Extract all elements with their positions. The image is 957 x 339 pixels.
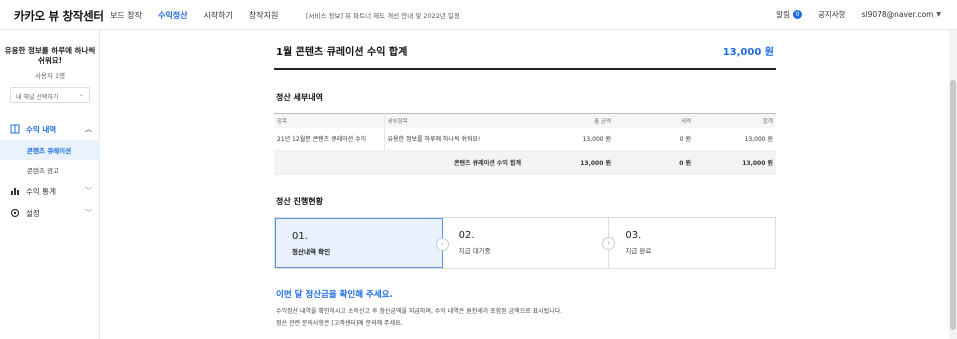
chevron-down-icon: ﹀ xyxy=(85,187,92,195)
cell-tax: 0 원 xyxy=(614,127,694,151)
chevron-down-icon: ▼ xyxy=(936,11,941,18)
cell-item: 21년 12월분 콘텐츠 큐레이션 수익 xyxy=(274,127,385,151)
col-item: 항목 xyxy=(274,113,385,128)
progress-title: 정산 진행현황 xyxy=(276,197,323,206)
step-label: 지급 대기중 xyxy=(458,247,491,255)
top-right-menu: 알림 0 공지사항 sl9078@naver.com ▼ xyxy=(776,9,957,20)
gnb-revenue[interactable]: 수익정산 xyxy=(158,10,187,21)
account-email: sl9078@naver.com xyxy=(861,10,934,19)
chevron-up-icon: ︿ xyxy=(85,125,92,133)
sidebar-nav: 수익 내역 ︿ 콘텐츠 큐레이션 콘텐츠 광고 수익 통계 ﹀ 설정 ﹀ xyxy=(0,118,100,224)
table-row: 21년 12월분 콘텐츠 큐레이션 수익 유용한 정보를 하루에 하나씩 쉬워요… xyxy=(274,127,776,151)
total-tax: 0 원 xyxy=(614,150,694,175)
channel-name: 유용한 정보를 하루에 하나씩 쉬워요! xyxy=(4,46,96,65)
progress-steps: 01. 정산내역 확인 › 02. 지급 대기중 › 03. 지급 완료 xyxy=(274,217,776,269)
message-line-2: 정산 관련 문의사항은 [고객센터]에 문의해 주세요. xyxy=(276,320,403,327)
gnb-start[interactable]: 시작하기 xyxy=(203,10,232,21)
sidebar-item-revenue[interactable]: 수익 내역 ︿ xyxy=(0,118,100,140)
step-label: 정산내역 확인 xyxy=(292,248,331,256)
col-gross: 총 금액 xyxy=(524,113,614,128)
main-content: 1월 콘텐츠 큐레이션 수익 합계 13,000 원 정산 세부내역 항목 세부… xyxy=(100,30,949,339)
step-label: 지급 완료 xyxy=(625,247,652,255)
logo[interactable]: 카카오 뷰 창작센터 xyxy=(14,8,104,24)
chevron-down-icon: ﹀ xyxy=(85,209,92,217)
cell-gross: 13,000 원 xyxy=(524,127,614,151)
total-gross: 13,000 원 xyxy=(524,150,614,175)
top-navigation-bar: 카카오 뷰 창작센터 보드 창작 수익정산 시작하기 창작지원 [서비스 정보]… xyxy=(0,0,957,30)
chevron-right-icon: › xyxy=(435,238,449,251)
total-sum: 13,000 원 xyxy=(694,150,776,175)
col-tax: 세액 xyxy=(614,113,694,128)
notice-link[interactable]: 공지사항 xyxy=(818,9,846,20)
detail-title: 정산 세부내역 xyxy=(276,93,323,102)
gnb-board[interactable]: 보드 창작 xyxy=(110,10,142,21)
step-complete: 03. 지급 완료 xyxy=(609,218,775,268)
summary-title: 1월 콘텐츠 큐레이션 수익 합계 xyxy=(276,47,408,58)
sidebar-subitem-ad[interactable]: 콘텐츠 광고 xyxy=(0,160,100,180)
summary-row: 1월 콘텐츠 큐레이션 수익 합계 13,000 원 xyxy=(274,30,776,70)
step-number: 01. xyxy=(292,231,308,242)
sidebar-item-label: 수익 통계 xyxy=(26,186,56,196)
sidebar-item-settings[interactable]: 설정 ﹀ xyxy=(0,202,100,224)
gnb-support[interactable]: 창작지원 xyxy=(249,10,278,21)
message-title: 이번 달 정산금을 확인해 주세요. xyxy=(276,290,393,300)
sidebar-item-label: 수익 내역 xyxy=(26,124,57,134)
alarm-label: 알림 xyxy=(776,10,790,19)
sidebar-item-stats[interactable]: 수익 통계 ﹀ xyxy=(0,180,100,202)
scrollbar-thumb[interactable] xyxy=(950,80,956,330)
alarm-count-badge: 0 xyxy=(792,10,802,19)
account-menu[interactable]: sl9078@naver.com ▼ xyxy=(862,10,941,19)
channel-subscribers: 사용자 1명 xyxy=(34,72,66,80)
gear-icon xyxy=(10,208,20,218)
sidebar-subitem-curation[interactable]: 콘텐츠 큐레이션 xyxy=(0,140,100,160)
col-sum: 합계 xyxy=(694,113,776,128)
chevron-down-icon: ⌄ xyxy=(78,91,84,98)
bar-chart-icon xyxy=(10,186,20,196)
global-nav: 보드 창작 수익정산 시작하기 창작지원 xyxy=(110,10,294,21)
col-subitem: 세부항목 xyxy=(384,113,524,128)
alarm-button[interactable]: 알림 0 xyxy=(776,9,802,20)
summary-amount: 13,000 원 xyxy=(722,47,774,58)
notice-banner[interactable]: [서비스 정보] 뷰 파트너 제도 개선 안내 및 2022년 일정 xyxy=(306,10,460,20)
step-number: 03. xyxy=(625,230,642,241)
channel-select[interactable]: 내 채널 선택하기 ⌄ xyxy=(10,87,90,103)
step-number: 02. xyxy=(458,230,475,241)
table-total-row: 콘텐츠 큐레이션 수익 합계 13,000 원 0 원 13,000 원 xyxy=(274,150,776,175)
sidebar: 유용한 정보를 하루에 하나씩 쉬워요! 사용자 1명 내 채널 선택하기 ⌄ … xyxy=(0,30,100,339)
channel-select-label: 내 채널 선택하기 xyxy=(16,94,59,101)
cell-subitem: 유용한 정보를 하루에 하나씩 쉬워요! xyxy=(384,127,524,151)
document-icon xyxy=(10,124,20,134)
detail-table: 항목 세부항목 총 금액 세액 합계 21년 12월분 콘텐츠 큐레이션 수익 … xyxy=(274,113,776,175)
cell-sum: 13,000 원 xyxy=(694,127,776,151)
total-label: 콘텐츠 큐레이션 수익 합계 xyxy=(274,150,524,175)
table-header-row: 항목 세부항목 총 금액 세액 합계 xyxy=(274,113,776,128)
page-scrollbar[interactable] xyxy=(949,30,957,339)
message-line-1: 수익정산 내역을 확인하시고 소득신고 후 정산금액을 지급하며, 수익 내역은… xyxy=(276,308,563,315)
step-confirm: 01. 정산내역 확인 › xyxy=(275,218,449,268)
step-pending: 02. 지급 대기중 › xyxy=(443,218,616,268)
sidebar-item-label: 설정 xyxy=(26,208,40,218)
